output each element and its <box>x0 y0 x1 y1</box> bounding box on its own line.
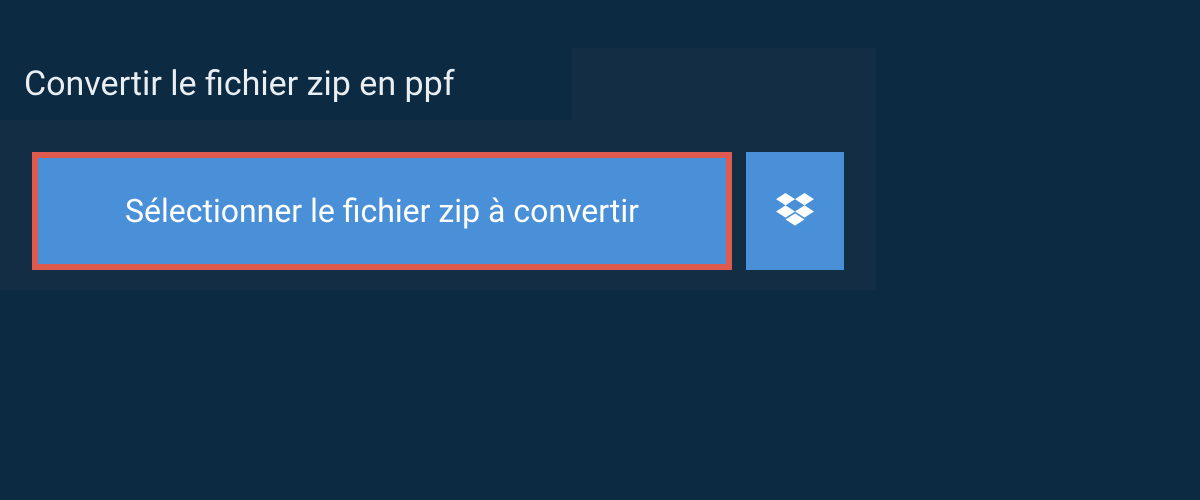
dropbox-icon <box>776 193 814 229</box>
button-row: Sélectionner le fichier zip à convertir <box>32 152 844 270</box>
select-file-label: Sélectionner le fichier zip à convertir <box>125 192 639 230</box>
page-title: Convertir le fichier zip en ppf <box>24 64 455 104</box>
select-file-button[interactable]: Sélectionner le fichier zip à convertir <box>32 152 732 270</box>
dropbox-button[interactable] <box>746 152 844 270</box>
converter-panel: Convertir le fichier zip en ppf Sélectio… <box>0 48 876 290</box>
title-bar: Convertir le fichier zip en ppf <box>0 48 572 120</box>
